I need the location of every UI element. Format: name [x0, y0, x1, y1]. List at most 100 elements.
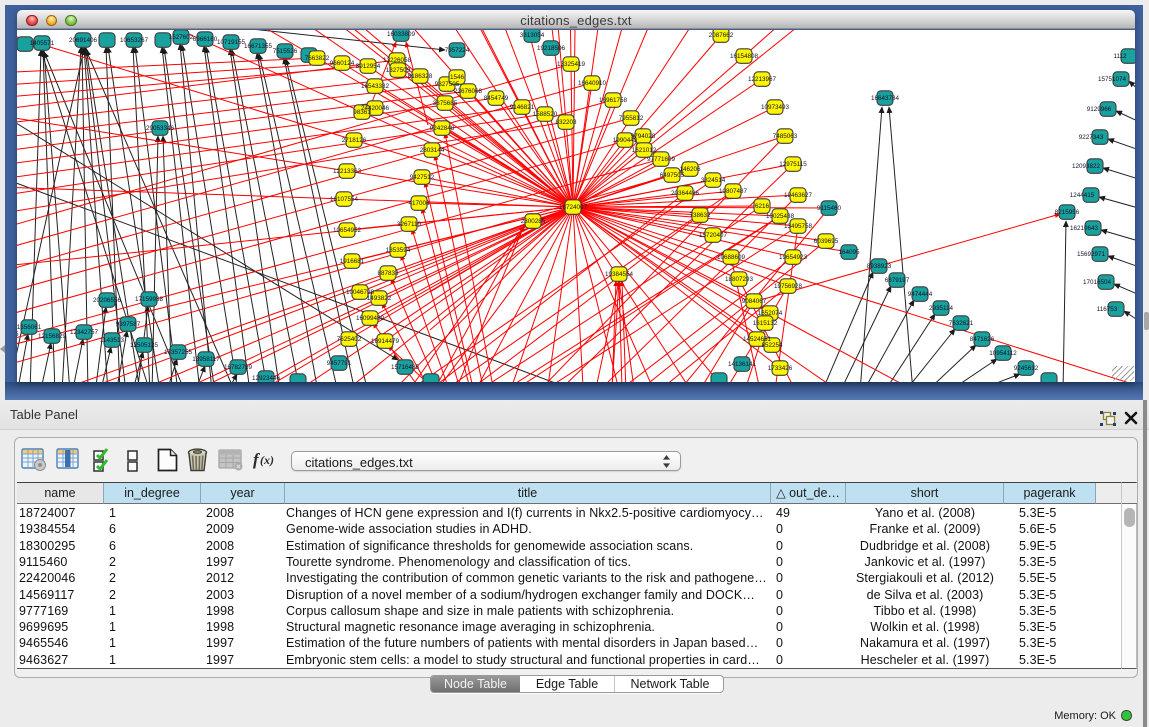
svg-text:9245612: 9245612 — [1014, 365, 1039, 372]
svg-text:2300285: 2300285 — [521, 218, 546, 225]
svg-text:2087662: 2087662 — [709, 32, 734, 39]
svg-text:8186328: 8186328 — [408, 73, 433, 80]
svg-text:1356061: 1356061 — [17, 324, 42, 331]
svg-text:9129966: 9129966 — [1087, 106, 1112, 113]
svg-text:9146821: 9146821 — [510, 104, 535, 111]
svg-text:17016504: 17016504 — [1083, 279, 1112, 286]
svg-text:8471626: 8471626 — [970, 336, 995, 343]
svg-text:7515526: 7515526 — [273, 48, 298, 55]
svg-text:3824514: 3824514 — [701, 177, 726, 184]
svg-text:98361: 98361 — [353, 109, 371, 116]
svg-text:14136141: 14136141 — [728, 361, 757, 368]
svg-text:7632621: 7632621 — [949, 320, 974, 327]
svg-text:9397587: 9397587 — [116, 321, 141, 328]
svg-text:15692971: 15692971 — [1077, 251, 1106, 258]
svg-text:8938923: 8938923 — [867, 263, 892, 270]
svg-text:16671355: 16671355 — [244, 43, 273, 50]
svg-text:1527602: 1527602 — [169, 34, 194, 41]
svg-text:7663822: 7663822 — [305, 55, 330, 62]
svg-text:16099489: 16099489 — [356, 315, 385, 322]
svg-text:1112: 1112 — [1113, 53, 1127, 60]
svg-text:16543382: 16543382 — [361, 83, 390, 90]
svg-text:1143513: 1143513 — [100, 337, 125, 344]
svg-text:16154808: 16154808 — [730, 53, 759, 60]
svg-text:29053346: 29053346 — [146, 125, 175, 132]
svg-text:19463627: 19463627 — [784, 192, 813, 199]
svg-text:9660124: 9660124 — [330, 60, 355, 67]
svg-text:18807293: 18807293 — [725, 276, 754, 283]
svg-text:16643784: 16643784 — [871, 95, 900, 102]
svg-text:97771609: 97771609 — [647, 156, 676, 163]
svg-text:13958117: 13958117 — [192, 356, 220, 363]
svg-text:1621012: 1621012 — [632, 147, 657, 154]
svg-text:7485063: 7485063 — [773, 133, 798, 140]
svg-text:16033809: 16033809 — [387, 31, 416, 38]
svg-text:23676068: 23676068 — [454, 88, 483, 95]
svg-text:16961758: 16961758 — [599, 97, 628, 104]
svg-text:20206556: 20206556 — [93, 297, 122, 304]
svg-text:1546: 1546 — [450, 74, 465, 81]
svg-text:3875685: 3875685 — [433, 100, 458, 107]
svg-text:738632: 738632 — [689, 212, 711, 219]
svg-text:15751074: 15751074 — [1098, 76, 1127, 83]
svg-text:2803144: 2803144 — [420, 147, 445, 154]
svg-text:9327505: 9327505 — [435, 81, 460, 88]
svg-text:1615132: 1615132 — [753, 320, 778, 327]
svg-text:9227343: 9227343 — [1079, 134, 1104, 141]
svg-text:16914479: 16914479 — [371, 338, 400, 345]
svg-text:1244415: 1244415 — [1070, 192, 1095, 199]
svg-text:10807487: 10807487 — [719, 188, 748, 195]
svg-text:(x): (x) — [260, 453, 274, 467]
svg-text:1353594: 1353594 — [386, 247, 411, 254]
svg-text:12342757: 12342757 — [70, 329, 99, 336]
svg-text:6216: 6216 — [755, 203, 770, 210]
svg-text:13226058: 13226058 — [383, 57, 412, 64]
svg-text:9242848: 9242848 — [430, 125, 455, 132]
svg-text:8454749: 8454749 — [484, 95, 509, 102]
svg-text:852254: 852254 — [761, 342, 783, 349]
svg-text:7357224: 7357224 — [445, 47, 470, 54]
svg-text:18724007: 18724007 — [559, 204, 588, 211]
svg-text:887833: 887833 — [377, 270, 399, 277]
svg-text:1652074: 1652074 — [758, 310, 783, 317]
svg-text:2935114: 2935114 — [929, 305, 954, 312]
svg-text:10973493: 10973493 — [761, 104, 790, 111]
svg-text:12093822: 12093822 — [1072, 163, 1101, 170]
svg-text:1405571: 1405571 — [30, 40, 55, 47]
svg-text:10719155: 10719155 — [217, 39, 246, 46]
svg-text:3267110: 3267110 — [397, 221, 422, 228]
svg-text:3813054: 3813054 — [520, 32, 545, 39]
svg-text:8215956: 8215956 — [1055, 209, 1080, 216]
svg-text:19654923: 19654923 — [779, 254, 808, 261]
svg-text:12213967: 12213967 — [748, 76, 777, 83]
svg-text:9474444: 9474444 — [908, 291, 933, 298]
svg-text:20364436: 20364436 — [671, 190, 700, 197]
svg-text:19218506: 19218506 — [537, 45, 566, 52]
svg-text:12975115: 12975115 — [779, 161, 807, 168]
svg-text:10688609: 10688609 — [717, 254, 746, 261]
svg-text:1493822: 1493822 — [367, 295, 392, 302]
svg-text:19384554: 19384554 — [605, 271, 634, 278]
svg-text:19756928: 19756928 — [774, 283, 803, 290]
svg-text:10654952: 10654952 — [333, 227, 362, 234]
svg-text:1588520: 1588520 — [533, 111, 558, 118]
svg-text:116753: 116753 — [1097, 306, 1118, 313]
svg-text:13495758: 13495758 — [784, 223, 813, 230]
svg-text:146206: 146206 — [679, 166, 701, 173]
svg-text:16640910: 16640910 — [578, 80, 607, 87]
svg-text:13325419: 13325419 — [557, 61, 586, 68]
svg-text:9457791: 9457791 — [327, 360, 352, 367]
svg-text:9084067: 9084067 — [742, 298, 767, 305]
svg-text:12923446: 12923446 — [252, 375, 281, 382]
svg-text:832203: 832203 — [555, 119, 577, 126]
svg-text:20691406: 20691406 — [69, 37, 98, 44]
svg-text:16210643: 16210643 — [1070, 225, 1099, 232]
svg-text:417006: 417006 — [408, 200, 430, 207]
svg-text:6039695: 6039695 — [814, 238, 839, 245]
svg-text:15716485: 15716485 — [391, 364, 420, 371]
svg-text:6497505: 6497505 — [660, 172, 685, 179]
svg-text:1733426: 1733426 — [768, 365, 793, 372]
svg-text:7625402: 7625402 — [337, 336, 362, 343]
svg-text:10653267: 10653267 — [120, 37, 149, 44]
svg-text:1916681: 1916681 — [340, 258, 365, 265]
